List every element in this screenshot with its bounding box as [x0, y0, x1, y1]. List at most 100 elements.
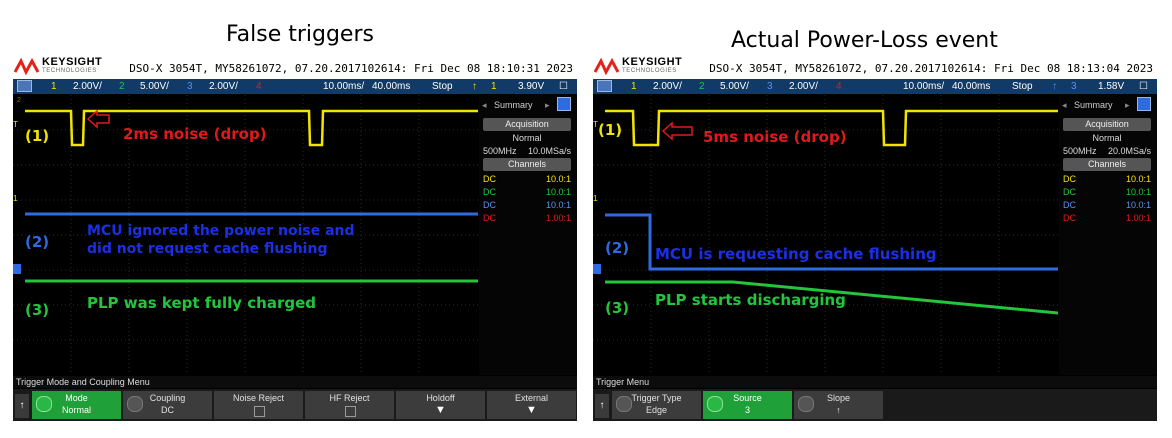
delay[interactable]: 40.00ms — [952, 79, 990, 94]
ch2-scale[interactable]: 5.00V/ — [720, 79, 749, 94]
trigger-type-softkey[interactable]: Trigger Type Edge — [612, 391, 701, 419]
annotation-mcu: MCU is requesting cache flushing — [655, 245, 937, 263]
timebase[interactable]: 10.00ms/ — [323, 79, 364, 94]
channel-row: DC 1.00:1 — [1063, 213, 1151, 223]
summary-tab[interactable]: ◂ Summary ▸ — [1059, 97, 1157, 113]
ch1-marker: 2 — [17, 97, 21, 104]
trigger-level[interactable]: 3.90V — [518, 79, 544, 94]
window-icon[interactable]: ☐ — [559, 79, 568, 94]
channel-row: DC 1.00:1 — [483, 213, 571, 223]
label-2: (2) — [25, 233, 50, 251]
channels-header: Channels — [483, 158, 571, 171]
ch4-number[interactable]: 4 — [836, 79, 842, 94]
arrow-left-icon — [86, 109, 110, 129]
ch1-scale[interactable]: 2.00V/ — [653, 79, 682, 94]
submenu-arrow-icon: ▼ — [435, 404, 446, 416]
ch2-number[interactable]: 2 — [119, 79, 125, 94]
scope-header: KEYSIGHT TECHNOLOGIES DSO-X 3054T, MY582… — [13, 55, 577, 79]
annotation-plp: PLP starts discharging — [655, 291, 846, 309]
ch4-number[interactable]: 4 — [256, 79, 262, 94]
menu-up-icon[interactable]: ↑ — [15, 394, 29, 418]
label-2: (2) — [605, 239, 630, 257]
channel-row: DC 10.0:1 — [1063, 187, 1151, 197]
left-caption: False triggers — [226, 22, 374, 47]
ch2-scale[interactable]: 5.00V/ — [140, 79, 169, 94]
trigger-slope-icon: ↑ — [472, 81, 477, 92]
ch1-scale[interactable]: 2.00V/ — [73, 79, 102, 94]
trigger-source[interactable]: 1 — [491, 79, 497, 94]
menu-title: Trigger Mode and Coupling Menu — [13, 376, 577, 388]
brand-sub: TECHNOLOGIES — [42, 68, 97, 74]
annotation-noise: 5ms noise (drop) — [703, 128, 847, 146]
run-state[interactable]: Stop — [432, 79, 453, 94]
ch3-number[interactable]: 3 — [187, 79, 193, 94]
ch3-scale[interactable]: 2.00V/ — [789, 79, 818, 94]
scope-header: KEYSIGHT TECHNOLOGIES DSO-X 3054T, MY582… — [593, 55, 1157, 79]
summary-panel: ◂ Summary ▸ Acquisition Normal 500MHz 20… — [1059, 95, 1157, 375]
menu-icon[interactable] — [17, 80, 32, 92]
label-1: (1) — [25, 127, 50, 145]
annotation-mcu: MCU ignored the power noise and did not … — [87, 223, 355, 257]
hf-reject-softkey[interactable]: HF Reject — [305, 391, 394, 419]
annotation-plp: PLP was kept fully charged — [87, 294, 316, 312]
channels-header: Channels — [1063, 158, 1151, 171]
delay[interactable]: 40.00ms — [372, 79, 410, 94]
ch2-number[interactable]: 2 — [699, 79, 705, 94]
slope-softkey[interactable]: Slope ↑ — [794, 391, 883, 419]
ch3-ground-marker — [13, 264, 21, 274]
ch1-number[interactable]: 1 — [51, 79, 57, 94]
acq-mode: Normal — [512, 133, 542, 143]
menu-up-icon[interactable]: ↑ — [595, 394, 609, 418]
annotation-noise: 2ms noise (drop) — [123, 125, 267, 143]
channel-bar: 1 2.00V/ 2 5.00V/ 3 2.00V/ 4 10.00ms/ 40… — [13, 79, 577, 94]
ch3-number[interactable]: 3 — [767, 79, 773, 94]
ch3-ground-marker — [593, 264, 601, 274]
summary-icon — [1137, 97, 1151, 111]
trigger-level[interactable]: 1.58V — [1098, 79, 1124, 94]
device-info: DSO-X 3054T, MY58261072, 07.20.201710261… — [129, 62, 573, 75]
external-softkey[interactable]: External ▼ — [487, 391, 576, 419]
noise-reject-softkey[interactable]: Noise Reject — [214, 391, 303, 419]
mode-softkey[interactable]: Mode Normal — [32, 391, 121, 419]
acquisition-header: Acquisition — [483, 118, 571, 131]
channel-row: DC 10.0:1 — [483, 187, 571, 197]
menu-icon[interactable] — [597, 80, 612, 92]
right-caption: Actual Power-Loss event — [731, 28, 998, 53]
channel-row: DC 10.0:1 — [1063, 200, 1151, 210]
trigger-slope-icon: ↑ — [1052, 81, 1057, 92]
label-3: (3) — [25, 301, 50, 319]
timebase[interactable]: 10.00ms/ — [903, 79, 944, 94]
label-3: (3) — [605, 299, 630, 317]
channel-row: DC 10.0:1 — [483, 174, 571, 184]
softkey-bar: ↑ Trigger Type Edge Source 3 Slope ↑ — [593, 389, 1157, 421]
left-scope-screen: KEYSIGHT TECHNOLOGIES DSO-X 3054T, MY582… — [13, 55, 577, 421]
window-icon[interactable]: ☐ — [1139, 79, 1148, 94]
brand-sub: TECHNOLOGIES — [622, 68, 677, 74]
ch1-ground-marker: 1 — [13, 194, 18, 203]
trigger-source[interactable]: 3 — [1071, 79, 1077, 94]
brand-name: KEYSIGHT — [622, 56, 683, 68]
channel-row: DC 10.0:1 — [483, 200, 571, 210]
ch1-ground-marker: 1 — [593, 194, 598, 203]
ch1-level-marker: T — [13, 120, 18, 129]
device-info: DSO-X 3054T, MY58261072, 07.20.201710261… — [709, 62, 1153, 75]
acq-rate: 500MHz 20.0MSa/s — [1063, 146, 1151, 156]
ch3-scale[interactable]: 2.00V/ — [209, 79, 238, 94]
label-1: (1) — [598, 121, 623, 139]
source-softkey[interactable]: Source 3 — [703, 391, 792, 419]
menu-title: Trigger Menu — [593, 376, 1157, 388]
channel-row: DC 10.0:1 — [1063, 174, 1151, 184]
acq-rate: 500MHz 10.0MSa/s — [483, 146, 571, 156]
ch1-number[interactable]: 1 — [631, 79, 637, 94]
run-state[interactable]: Stop — [1012, 79, 1033, 94]
holdoff-softkey[interactable]: Holdoff ▼ — [396, 391, 485, 419]
checkbox-icon — [345, 406, 356, 417]
softkey-bar: ↑ Mode Normal Coupling DC Noise Reject HF … — [13, 389, 577, 421]
acq-mode: Normal — [1092, 133, 1122, 143]
keysight-logo-icon — [594, 58, 620, 76]
summary-icon — [557, 97, 571, 111]
summary-tab[interactable]: ◂ Summary ▸ — [479, 97, 577, 113]
coupling-softkey[interactable]: Coupling DC — [123, 391, 212, 419]
summary-panel: ◂ Summary ▸ Acquisition Normal 500MHz 10… — [479, 95, 577, 375]
acquisition-header: Acquisition — [1063, 118, 1151, 131]
